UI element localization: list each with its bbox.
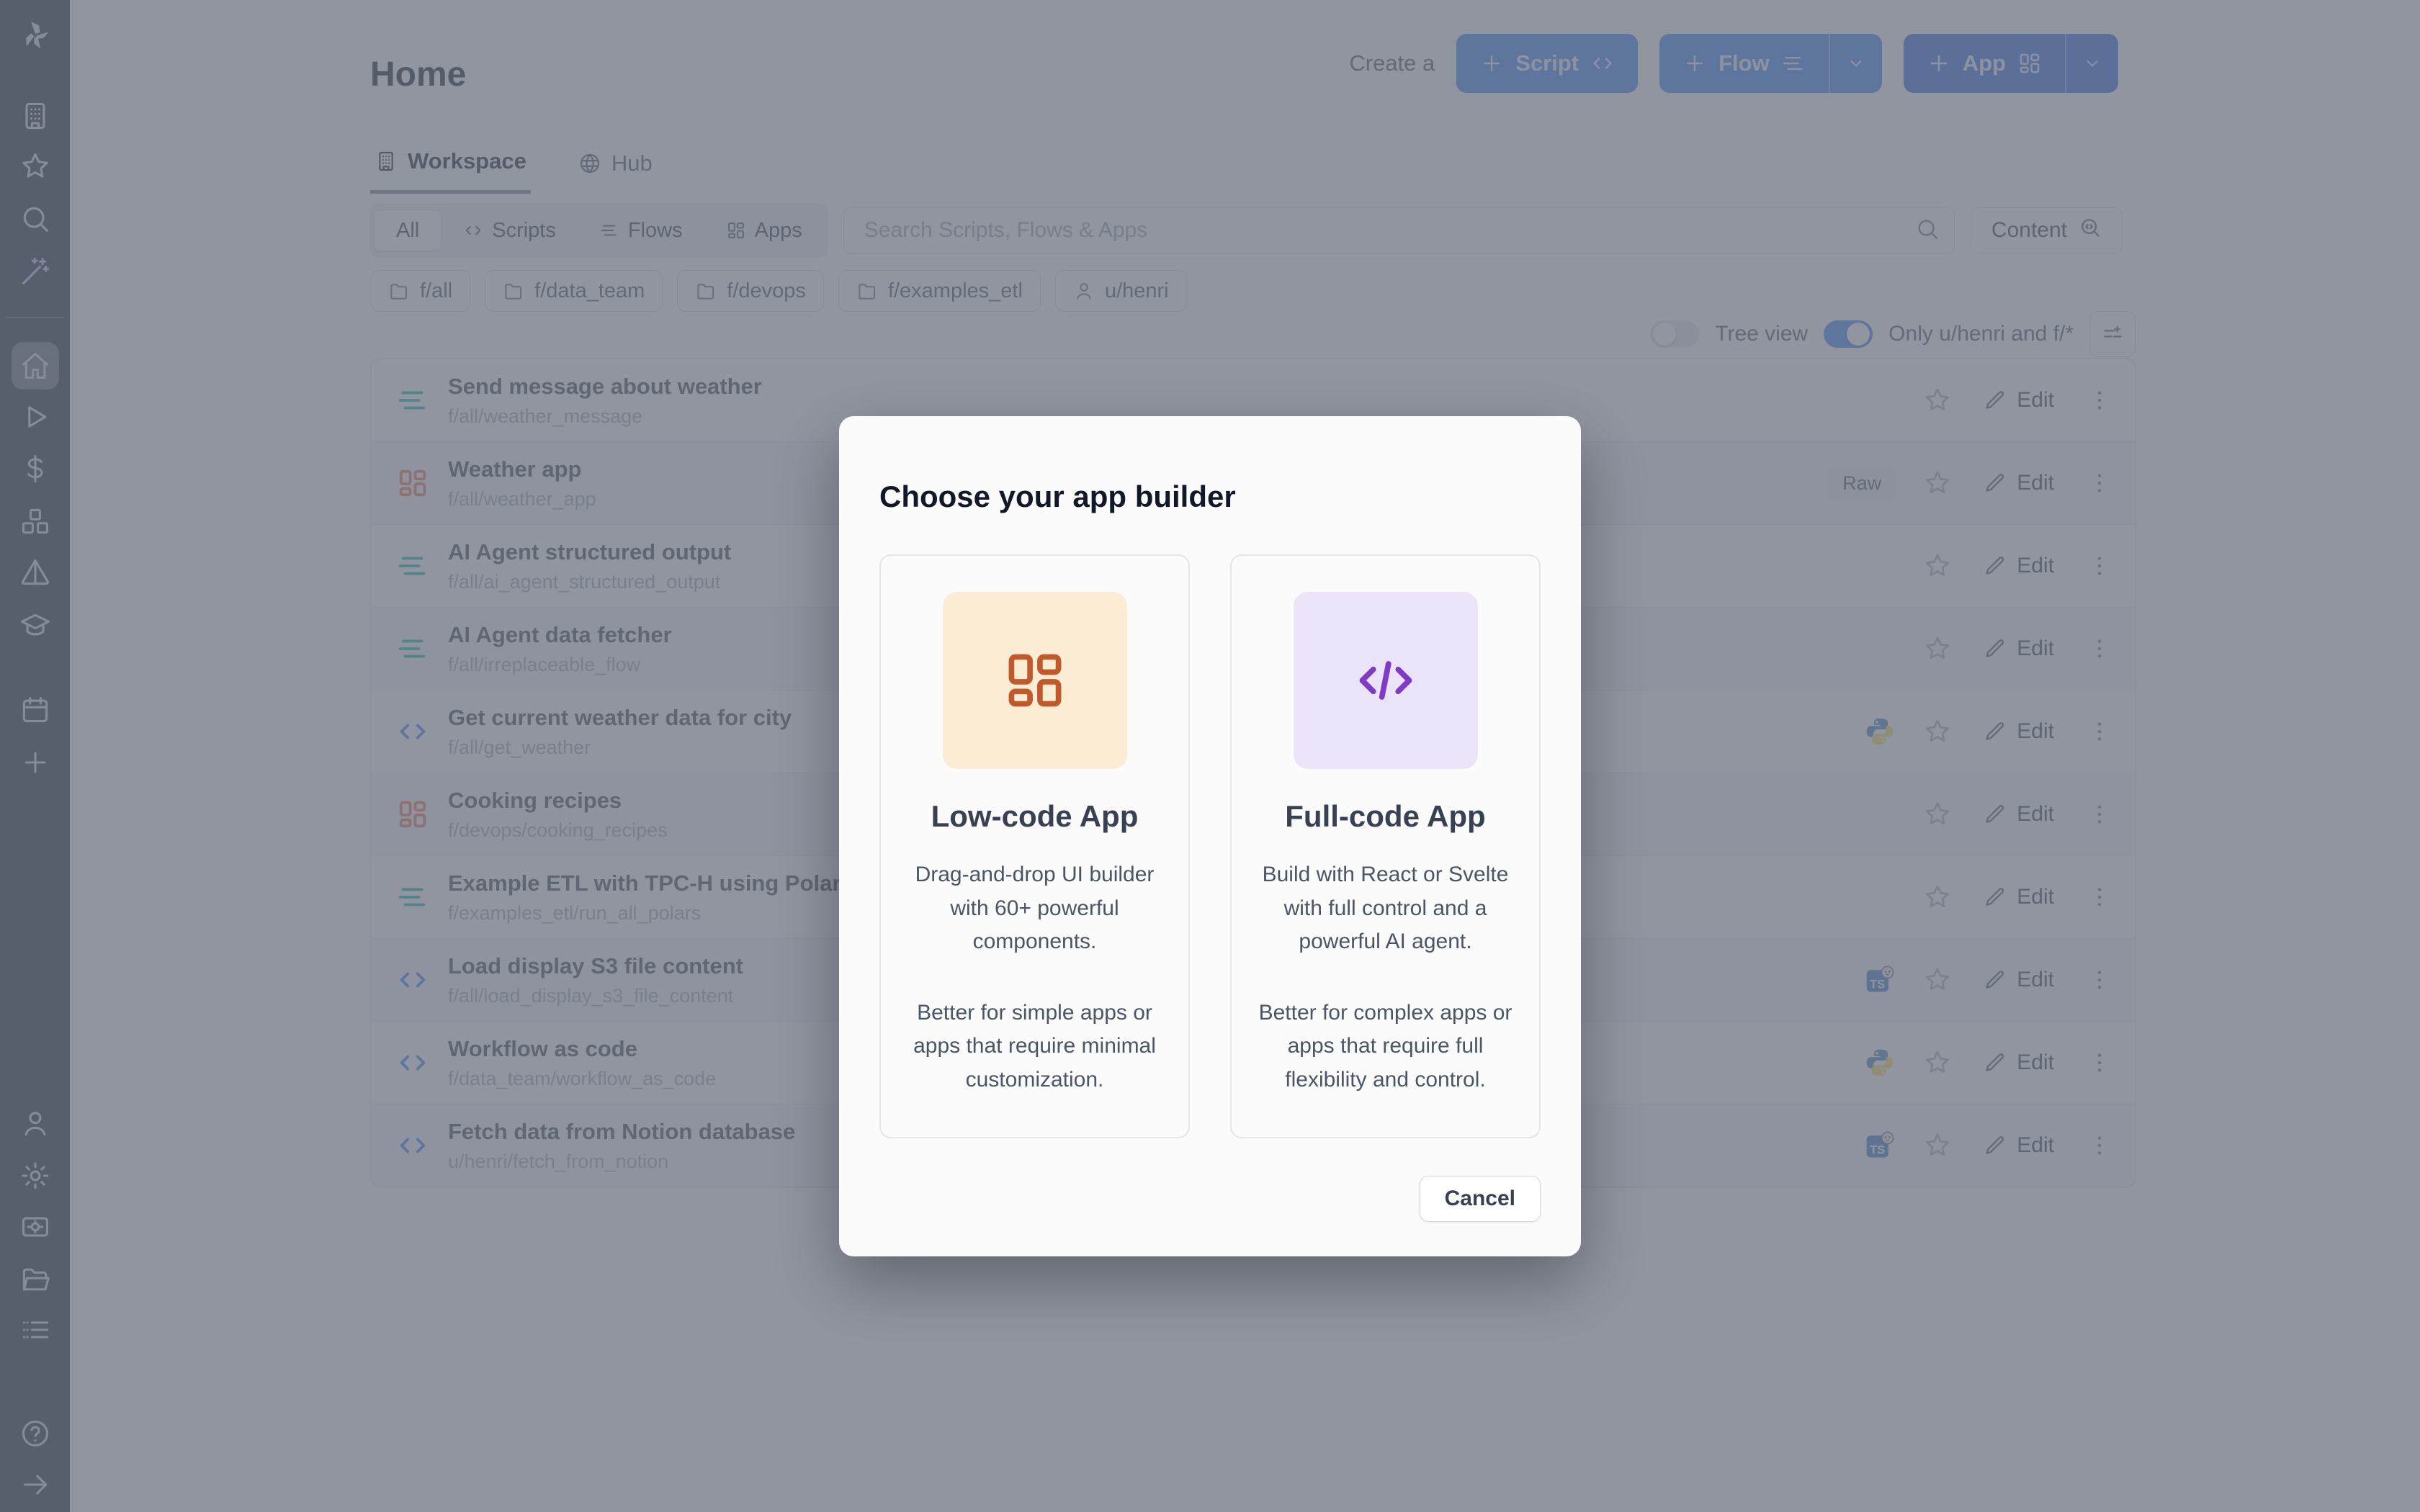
- layout-dashboard-icon: [1002, 647, 1068, 714]
- card-title: Full-code App: [1285, 799, 1485, 834]
- code-xml-icon-tile: [1294, 592, 1478, 769]
- card-desc-1: Drag-and-drop UI builder with 60+ powerf…: [902, 858, 1167, 959]
- card-desc-2: Better for simple apps or apps that requ…: [902, 996, 1167, 1097]
- cancel-button[interactable]: Cancel: [1420, 1176, 1541, 1222]
- layout-dashboard-icon-tile: [943, 592, 1127, 769]
- modal-title: Choose your app builder: [879, 480, 1541, 514]
- card-desc-1: Build with React or Svelte with full con…: [1253, 858, 1518, 959]
- card-title: Low-code App: [931, 799, 1139, 834]
- modal-footer: Cancel: [879, 1176, 1541, 1222]
- code-xml-icon: [1353, 647, 1419, 714]
- card-low-code[interactable]: Low-code App Drag-and-drop UI builder wit…: [879, 554, 1190, 1138]
- builder-cards: Low-code App Drag-and-drop UI builder wit…: [879, 554, 1541, 1138]
- windmill-app: Home Create a ScriptFlowApp WorkspaceHub…: [0, 0, 2420, 1512]
- card-desc-2: Better for complex apps or apps that req…: [1253, 996, 1518, 1097]
- card-full-code[interactable]: Full-code App Build with React or Svelte …: [1230, 554, 1541, 1138]
- app-builder-modal: Choose your app builder Low-code App Drag…: [839, 416, 1581, 1256]
